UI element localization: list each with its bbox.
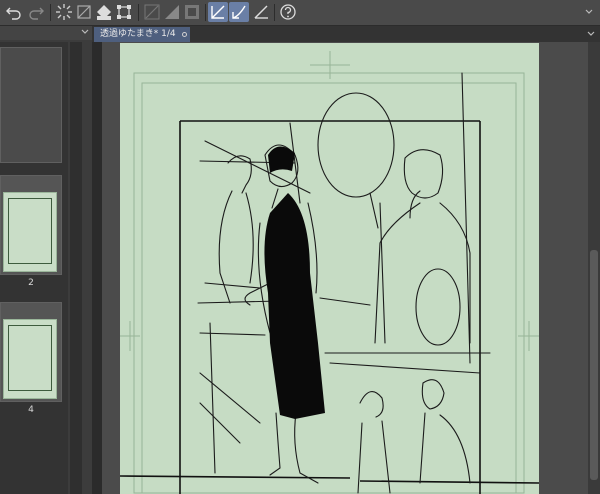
- help-button[interactable]: [278, 2, 298, 22]
- page-list[interactable]: 2 4: [0, 42, 68, 494]
- canvas-paper[interactable]: [120, 43, 539, 494]
- fill-icon: [97, 5, 111, 20]
- redo-button[interactable]: [26, 2, 46, 22]
- loading-icon: [56, 4, 72, 20]
- tab-close-icon[interactable]: [181, 32, 187, 37]
- scrollbar-thumb[interactable]: [590, 250, 598, 480]
- special-ruler-snap-button[interactable]: [229, 2, 249, 22]
- help-icon: [280, 4, 296, 20]
- toolbar-separator: [205, 4, 206, 21]
- page-border: [8, 325, 52, 391]
- fill-button[interactable]: [94, 2, 114, 22]
- undo-icon: [6, 7, 21, 20]
- document-tab-label: 透過ゆたまき* 1/4: [100, 29, 176, 39]
- toolbar-chevron-icon[interactable]: [584, 6, 594, 18]
- transform-button[interactable]: [114, 2, 134, 22]
- undo-button[interactable]: [4, 2, 24, 22]
- page-manager-panel: 2 4: [0, 26, 92, 494]
- canvas-vertical-scrollbar[interactable]: [588, 42, 600, 494]
- page-number-label: 2: [28, 278, 34, 288]
- canvas-area[interactable]: 透過ゆたまき* 1/4: [92, 26, 600, 494]
- redo-icon: [29, 7, 44, 20]
- ruler-icon: [144, 4, 160, 20]
- document-tab[interactable]: 透過ゆたまき* 1/4: [94, 27, 190, 42]
- frame-button[interactable]: [182, 2, 202, 22]
- toolbar-separator: [50, 4, 51, 21]
- canvas-gutter: [92, 42, 102, 494]
- ruler-button[interactable]: [142, 2, 162, 22]
- page-panel-header: [0, 26, 92, 40]
- perspective-ruler-button[interactable]: [251, 2, 271, 22]
- command-bar: [0, 0, 600, 26]
- chevron-down-icon[interactable]: [80, 27, 90, 37]
- page-thumbnail-4[interactable]: [0, 302, 62, 402]
- page-border: [8, 198, 52, 264]
- chevron-down-icon[interactable]: [586, 29, 596, 39]
- transform-icon: [117, 5, 131, 19]
- tone-button[interactable]: [162, 2, 182, 22]
- page-preview: [3, 319, 57, 399]
- page-thumbnail-2[interactable]: [0, 175, 62, 275]
- page-list-scrollbar[interactable]: [70, 42, 82, 494]
- special-ruler-snap-icon: [232, 5, 246, 19]
- page-thumbnail-1[interactable]: [0, 47, 62, 163]
- perspective-ruler-icon: [254, 5, 268, 19]
- clear-button[interactable]: [74, 2, 94, 22]
- page-preview: [3, 192, 57, 272]
- frame-icon: [185, 5, 199, 19]
- loading-button[interactable]: [54, 2, 74, 22]
- sketch-drawing: [120, 51, 539, 494]
- clear-icon: [77, 5, 91, 19]
- document-tab-bar: 透過ゆたまき* 1/4: [92, 26, 600, 42]
- page-number-label: 4: [28, 405, 34, 415]
- tone-icon: [165, 5, 179, 19]
- toolbar-separator: [274, 4, 275, 21]
- ruler-snap-icon: [211, 5, 225, 19]
- toolbar-separator: [138, 4, 139, 21]
- ruler-snap-button[interactable]: [208, 2, 228, 22]
